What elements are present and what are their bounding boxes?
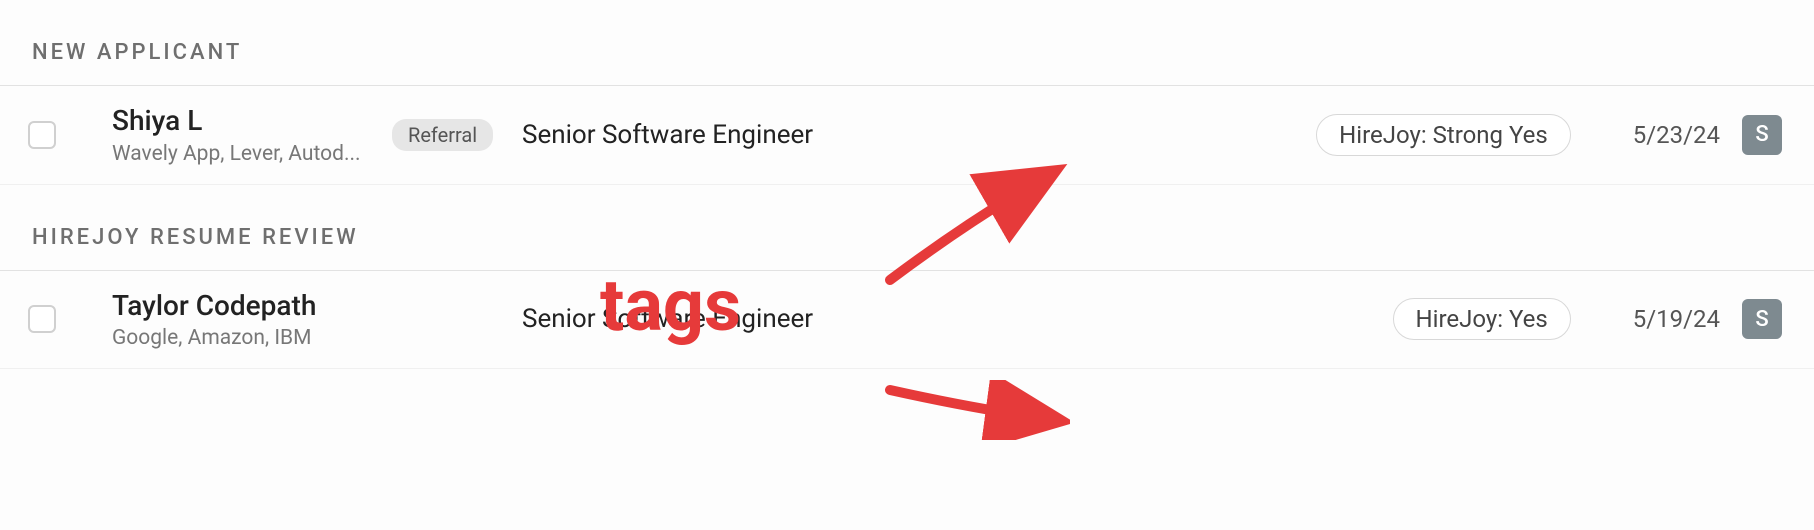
hirejoy-tag[interactable]: HireJoy: Strong Yes [1316,114,1571,156]
applicant-row[interactable]: Shiya L Wavely App, Lever, Autod... Refe… [0,86,1814,185]
applicant-row[interactable]: Taylor Codepath Google, Amazon, IBM Seni… [0,271,1814,370]
name-block: Taylor Codepath Google, Amazon, IBM [112,289,392,351]
badge-slot: Referral [392,119,512,151]
row-checkbox[interactable] [28,305,56,333]
referral-badge: Referral [392,119,493,151]
applicant-companies: Wavely App, Lever, Autod... [112,142,392,166]
avatar[interactable]: S [1742,299,1782,339]
applicant-companies: Google, Amazon, IBM [112,326,392,350]
name-block: Shiya L Wavely App, Lever, Autod... [112,104,392,166]
section-header-hirejoy-review: HIREJOY RESUME REVIEW [0,185,1814,270]
section-header-new-applicant: NEW APPLICANT [0,0,1814,85]
avatar[interactable]: S [1742,115,1782,155]
applicant-role: Senior Software Engineer [512,120,1316,150]
row-right: HireJoy: Strong Yes 5/23/24 S [1316,114,1782,156]
applicant-date: 5/19/24 [1633,305,1720,333]
row-checkbox[interactable] [28,121,56,149]
applicant-list: NEW APPLICANT Shiya L Wavely App, Lever,… [0,0,1814,369]
applicant-name[interactable]: Shiya L [112,104,392,138]
applicant-date: 5/23/24 [1633,121,1720,149]
hirejoy-tag[interactable]: HireJoy: Yes [1393,298,1571,340]
applicant-name[interactable]: Taylor Codepath [112,289,392,323]
row-right: HireJoy: Yes 5/19/24 S [1393,298,1782,340]
annotation-arrow-icon [880,380,1070,440]
applicant-role: Senior Software Engineer [512,304,1393,334]
